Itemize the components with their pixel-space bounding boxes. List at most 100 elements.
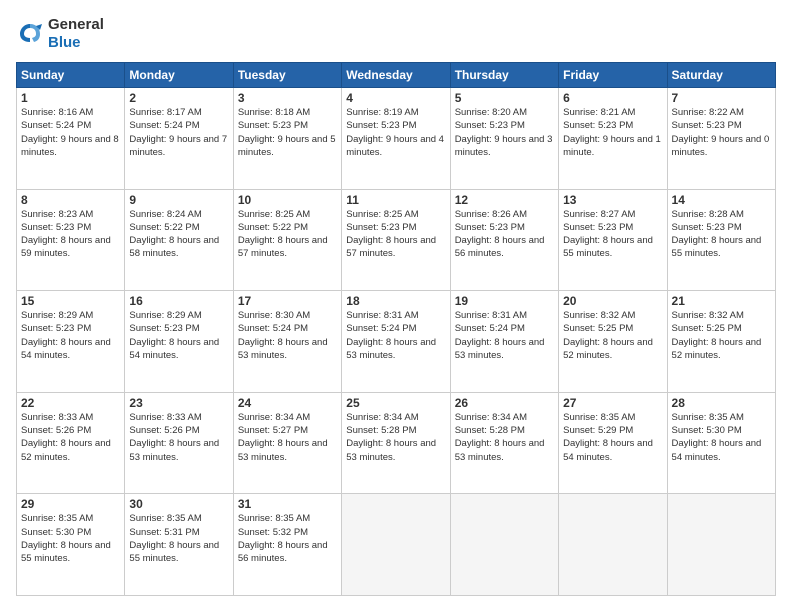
week-row-1: 1 Sunrise: 8:16 AMSunset: 5:24 PMDayligh… <box>17 88 776 190</box>
day-info: Sunrise: 8:33 AMSunset: 5:26 PMDaylight:… <box>21 411 120 464</box>
day-info: Sunrise: 8:19 AMSunset: 5:23 PMDaylight:… <box>346 106 445 159</box>
day-number: 9 <box>129 193 228 207</box>
week-row-4: 22 Sunrise: 8:33 AMSunset: 5:26 PMDaylig… <box>17 392 776 494</box>
day-cell-23: 23 Sunrise: 8:33 AMSunset: 5:26 PMDaylig… <box>125 392 233 494</box>
day-cell-14: 14 Sunrise: 8:28 AMSunset: 5:23 PMDaylig… <box>667 189 775 291</box>
day-cell-13: 13 Sunrise: 8:27 AMSunset: 5:23 PMDaylig… <box>559 189 667 291</box>
col-header-sunday: Sunday <box>17 63 125 88</box>
day-cell-1: 1 Sunrise: 8:16 AMSunset: 5:24 PMDayligh… <box>17 88 125 190</box>
day-info: Sunrise: 8:34 AMSunset: 5:28 PMDaylight:… <box>346 411 445 464</box>
day-cell-16: 16 Sunrise: 8:29 AMSunset: 5:23 PMDaylig… <box>125 291 233 393</box>
day-number: 7 <box>672 91 771 105</box>
day-number: 29 <box>21 497 120 511</box>
day-number: 11 <box>346 193 445 207</box>
day-cell-6: 6 Sunrise: 8:21 AMSunset: 5:23 PMDayligh… <box>559 88 667 190</box>
day-number: 6 <box>563 91 662 105</box>
day-number: 20 <box>563 294 662 308</box>
day-cell-11: 11 Sunrise: 8:25 AMSunset: 5:23 PMDaylig… <box>342 189 450 291</box>
day-info: Sunrise: 8:26 AMSunset: 5:23 PMDaylight:… <box>455 208 554 261</box>
logo-text: General Blue <box>48 16 104 52</box>
day-info: Sunrise: 8:35 AMSunset: 5:29 PMDaylight:… <box>563 411 662 464</box>
day-cell-29: 29 Sunrise: 8:35 AMSunset: 5:30 PMDaylig… <box>17 494 125 596</box>
day-cell-30: 30 Sunrise: 8:35 AMSunset: 5:31 PMDaylig… <box>125 494 233 596</box>
day-number: 31 <box>238 497 337 511</box>
day-cell-24: 24 Sunrise: 8:34 AMSunset: 5:27 PMDaylig… <box>233 392 341 494</box>
day-info: Sunrise: 8:32 AMSunset: 5:25 PMDaylight:… <box>672 309 771 362</box>
header: General Blue <box>16 16 776 52</box>
day-info: Sunrise: 8:35 AMSunset: 5:30 PMDaylight:… <box>21 512 120 565</box>
day-cell-19: 19 Sunrise: 8:31 AMSunset: 5:24 PMDaylig… <box>450 291 558 393</box>
day-info: Sunrise: 8:32 AMSunset: 5:25 PMDaylight:… <box>563 309 662 362</box>
day-number: 2 <box>129 91 228 105</box>
day-info: Sunrise: 8:18 AMSunset: 5:23 PMDaylight:… <box>238 106 337 159</box>
day-info: Sunrise: 8:17 AMSunset: 5:24 PMDaylight:… <box>129 106 228 159</box>
week-row-5: 29 Sunrise: 8:35 AMSunset: 5:30 PMDaylig… <box>17 494 776 596</box>
day-number: 22 <box>21 396 120 410</box>
day-info: Sunrise: 8:29 AMSunset: 5:23 PMDaylight:… <box>129 309 228 362</box>
day-number: 28 <box>672 396 771 410</box>
logo: General Blue <box>16 16 104 52</box>
calendar-header-row: SundayMondayTuesdayWednesdayThursdayFrid… <box>17 63 776 88</box>
day-info: Sunrise: 8:25 AMSunset: 5:23 PMDaylight:… <box>346 208 445 261</box>
day-cell-27: 27 Sunrise: 8:35 AMSunset: 5:29 PMDaylig… <box>559 392 667 494</box>
day-number: 17 <box>238 294 337 308</box>
day-cell-8: 8 Sunrise: 8:23 AMSunset: 5:23 PMDayligh… <box>17 189 125 291</box>
day-number: 1 <box>21 91 120 105</box>
col-header-tuesday: Tuesday <box>233 63 341 88</box>
day-number: 3 <box>238 91 337 105</box>
day-cell-3: 3 Sunrise: 8:18 AMSunset: 5:23 PMDayligh… <box>233 88 341 190</box>
day-info: Sunrise: 8:25 AMSunset: 5:22 PMDaylight:… <box>238 208 337 261</box>
day-number: 14 <box>672 193 771 207</box>
day-info: Sunrise: 8:34 AMSunset: 5:27 PMDaylight:… <box>238 411 337 464</box>
day-number: 18 <box>346 294 445 308</box>
day-cell-22: 22 Sunrise: 8:33 AMSunset: 5:26 PMDaylig… <box>17 392 125 494</box>
day-info: Sunrise: 8:31 AMSunset: 5:24 PMDaylight:… <box>346 309 445 362</box>
day-info: Sunrise: 8:16 AMSunset: 5:24 PMDaylight:… <box>21 106 120 159</box>
day-info: Sunrise: 8:34 AMSunset: 5:28 PMDaylight:… <box>455 411 554 464</box>
day-number: 26 <box>455 396 554 410</box>
day-cell-9: 9 Sunrise: 8:24 AMSunset: 5:22 PMDayligh… <box>125 189 233 291</box>
day-cell-2: 2 Sunrise: 8:17 AMSunset: 5:24 PMDayligh… <box>125 88 233 190</box>
day-cell-10: 10 Sunrise: 8:25 AMSunset: 5:22 PMDaylig… <box>233 189 341 291</box>
day-info: Sunrise: 8:21 AMSunset: 5:23 PMDaylight:… <box>563 106 662 159</box>
day-info: Sunrise: 8:24 AMSunset: 5:22 PMDaylight:… <box>129 208 228 261</box>
col-header-thursday: Thursday <box>450 63 558 88</box>
empty-cell <box>559 494 667 596</box>
day-info: Sunrise: 8:33 AMSunset: 5:26 PMDaylight:… <box>129 411 228 464</box>
day-cell-28: 28 Sunrise: 8:35 AMSunset: 5:30 PMDaylig… <box>667 392 775 494</box>
empty-cell <box>450 494 558 596</box>
day-info: Sunrise: 8:35 AMSunset: 5:31 PMDaylight:… <box>129 512 228 565</box>
day-cell-18: 18 Sunrise: 8:31 AMSunset: 5:24 PMDaylig… <box>342 291 450 393</box>
day-number: 21 <box>672 294 771 308</box>
day-info: Sunrise: 8:22 AMSunset: 5:23 PMDaylight:… <box>672 106 771 159</box>
week-row-3: 15 Sunrise: 8:29 AMSunset: 5:23 PMDaylig… <box>17 291 776 393</box>
day-number: 15 <box>21 294 120 308</box>
day-number: 30 <box>129 497 228 511</box>
day-info: Sunrise: 8:30 AMSunset: 5:24 PMDaylight:… <box>238 309 337 362</box>
day-number: 4 <box>346 91 445 105</box>
day-cell-4: 4 Sunrise: 8:19 AMSunset: 5:23 PMDayligh… <box>342 88 450 190</box>
day-info: Sunrise: 8:35 AMSunset: 5:30 PMDaylight:… <box>672 411 771 464</box>
day-cell-15: 15 Sunrise: 8:29 AMSunset: 5:23 PMDaylig… <box>17 291 125 393</box>
day-number: 13 <box>563 193 662 207</box>
day-cell-25: 25 Sunrise: 8:34 AMSunset: 5:28 PMDaylig… <box>342 392 450 494</box>
day-cell-20: 20 Sunrise: 8:32 AMSunset: 5:25 PMDaylig… <box>559 291 667 393</box>
day-cell-7: 7 Sunrise: 8:22 AMSunset: 5:23 PMDayligh… <box>667 88 775 190</box>
day-number: 19 <box>455 294 554 308</box>
day-number: 8 <box>21 193 120 207</box>
day-number: 16 <box>129 294 228 308</box>
empty-cell <box>342 494 450 596</box>
calendar-table: SundayMondayTuesdayWednesdayThursdayFrid… <box>16 62 776 596</box>
day-info: Sunrise: 8:23 AMSunset: 5:23 PMDaylight:… <box>21 208 120 261</box>
day-cell-12: 12 Sunrise: 8:26 AMSunset: 5:23 PMDaylig… <box>450 189 558 291</box>
col-header-saturday: Saturday <box>667 63 775 88</box>
page: General Blue SundayMondayTuesdayWednesda… <box>0 0 792 612</box>
day-number: 23 <box>129 396 228 410</box>
day-info: Sunrise: 8:20 AMSunset: 5:23 PMDaylight:… <box>455 106 554 159</box>
empty-cell <box>667 494 775 596</box>
day-number: 12 <box>455 193 554 207</box>
day-cell-5: 5 Sunrise: 8:20 AMSunset: 5:23 PMDayligh… <box>450 88 558 190</box>
col-header-wednesday: Wednesday <box>342 63 450 88</box>
day-number: 25 <box>346 396 445 410</box>
day-cell-26: 26 Sunrise: 8:34 AMSunset: 5:28 PMDaylig… <box>450 392 558 494</box>
